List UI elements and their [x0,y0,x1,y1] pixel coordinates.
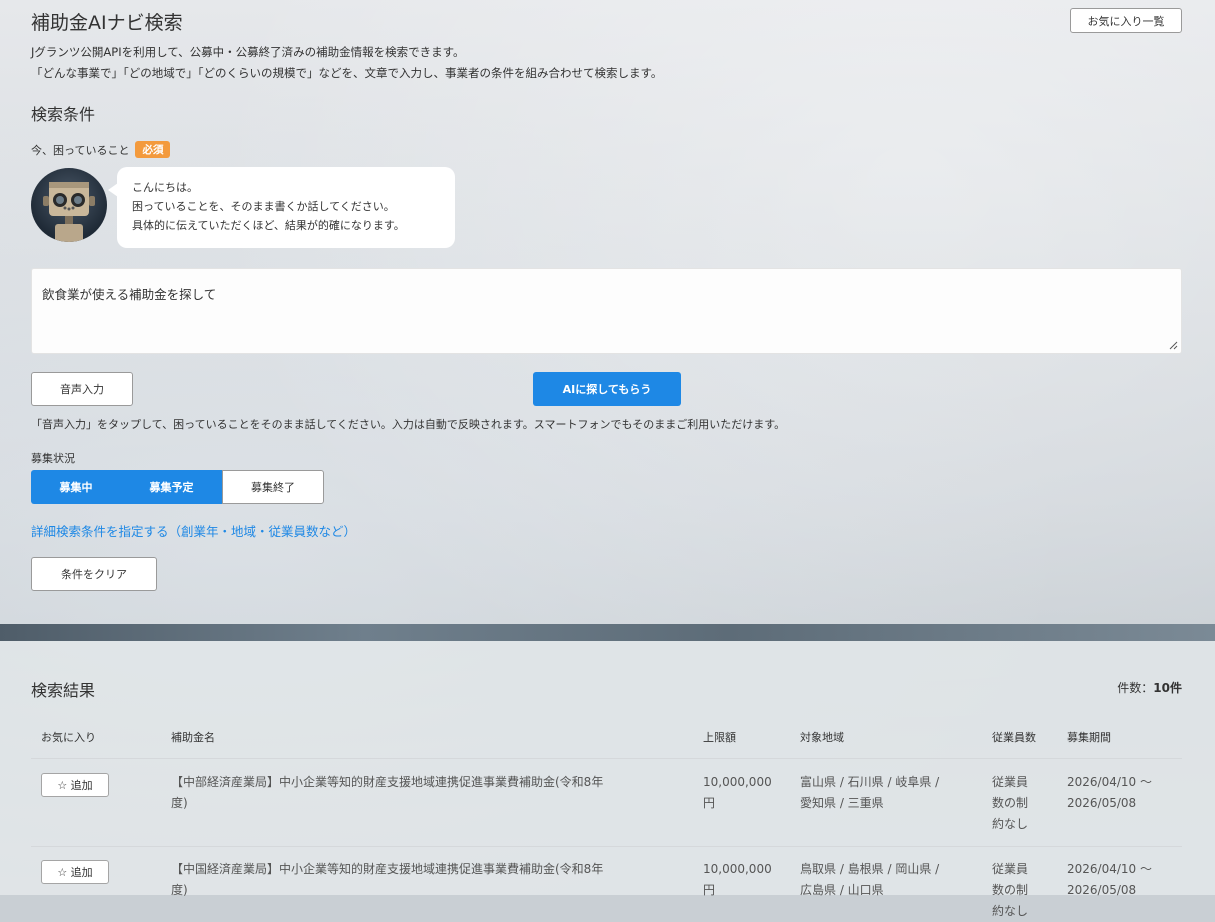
required-badge: 必須 [135,141,171,158]
query-text: 飲食業が使える補助金を探して [42,287,217,302]
employee-line: 数の制 [992,796,1029,810]
bubble-line: こんにちは。 [132,181,198,194]
status-closed-toggle[interactable]: 募集終了 [222,470,324,504]
limit-line: 10,000,000 [703,862,772,876]
bubble-line: 具体的に伝えていただくほど、結果が的確になります。 [132,219,405,232]
page-title: 補助金AIナビ検索 [31,12,183,34]
column-header-employees: 従業員数 [992,731,1036,744]
region-line: 愛知県 / 三重県 [800,796,884,810]
limit-line: 10,000,000 [703,775,772,789]
results-heading: 検索結果 [31,681,96,700]
employee-count: 従業員 数の制 約なし [992,772,1028,835]
voice-input-button[interactable]: 音声入力 [31,372,133,406]
subsidy-name-line: 【中部経済産業局】中小企業等知的財産支援地域連携促進事業費補助金(令和8年 [171,775,604,789]
column-header-name: 補助金名 [171,731,215,744]
robot-avatar [31,168,107,242]
results-panel [0,641,1215,895]
clear-conditions-button[interactable]: 条件をクリア [31,557,157,591]
add-favorite-button[interactable]: ☆ 追加 [41,773,109,797]
section-divider-band [0,624,1215,641]
subsidy-name-link[interactable]: 【中部経済産業局】中小企業等知的財産支援地域連携促進事業費補助金(令和8年 度) [171,772,603,814]
ai-search-button[interactable]: AIに探してもらう [533,372,681,406]
region-line: 鳥取県 / 島根県 / 岡山県 / [800,862,940,876]
page-description-line1: Jグランツ公開APIを利用して、公募中・公募終了済みの補助金情報を検索できます。 [31,45,465,59]
region-line: 富山県 / 石川県 / 岐阜県 / [800,775,940,789]
subsidy-name-line: 度) [171,796,188,810]
limit-amount: 10,000,000 円 [703,772,772,814]
target-region: 富山県 / 石川県 / 岐阜県 / 愛知県 / 三重県 [800,772,939,814]
period-line: 2026/05/08 [1067,796,1137,810]
search-panel: 補助金AIナビ検索 お気に入り一覧 Jグランツ公開APIを利用して、公募中・公募… [0,0,1215,624]
employee-line: 数の制 [992,883,1029,897]
voice-input-hint: 「音声入力」をタップして、困っていることをそのまま話してください。入力は自動で反… [31,418,786,431]
add-favorite-button[interactable]: ☆ 追加 [41,860,109,884]
results-count-value: 10件 [1153,681,1182,695]
subsidy-name-line: 度) [171,883,188,897]
trouble-textarea[interactable]: 飲食業が使える補助金を探して [31,268,1182,354]
results-count: 件数：10件 [1117,679,1182,696]
bubble-line: 困っていることを、そのまま書くか話してください。 [132,200,395,213]
limit-line: 円 [703,796,716,810]
period-line: 2026/05/08 [1067,883,1137,897]
employee-line: 従業員 [992,775,1029,789]
status-open-toggle[interactable]: 募集中 [31,470,121,504]
resize-handle-icon[interactable] [1169,341,1178,350]
search-conditions-heading: 検索条件 [31,105,96,124]
trouble-label-text: 今、困っていること [31,143,130,157]
assistant-speech-bubble: こんにちは。 困っていることを、そのまま書くか話してください。 具体的に伝えてい… [108,167,455,248]
robot-icon [43,182,95,242]
trouble-field-label: 今、困っていること 必須 [31,141,171,158]
employee-line: 約なし [992,817,1029,831]
favorites-list-button[interactable]: お気に入り一覧 [1070,8,1182,33]
column-header-region: 対象地域 [800,731,844,744]
table-header-divider [31,758,1182,759]
employee-line: 約なし [992,904,1029,918]
row-divider [31,846,1182,847]
column-header-period: 募集期間 [1067,731,1111,744]
results-count-label: 件数： [1117,681,1154,695]
column-header-favorite: お気に入り [41,731,96,744]
employee-count: 従業員 数の制 約なし [992,859,1028,922]
advanced-search-link[interactable]: 詳細検索条件を指定する（創業年・地域・従業員数など） [31,521,356,540]
period-line: 2026/04/10 〜 [1067,862,1152,876]
employee-line: 従業員 [992,862,1029,876]
subsidy-name-line: 【中国経済産業局】中小企業等知的財産支援地域連携促進事業費補助金(令和8年 [171,862,604,876]
limit-line: 円 [703,883,716,897]
recruitment-status-label: 募集状況 [31,452,75,465]
period-line: 2026/04/10 〜 [1067,775,1152,789]
region-line: 広島県 / 山口県 [800,883,884,897]
column-header-limit: 上限額 [703,731,736,744]
status-upcoming-toggle[interactable]: 募集予定 [121,470,222,504]
recruitment-period: 2026/04/10 〜 2026/05/08 [1067,772,1152,814]
page-description-line2: 「どんな事業で」「どの地域で」「どのくらいの規模で」などを、文章で入力し、事業者… [31,66,663,80]
